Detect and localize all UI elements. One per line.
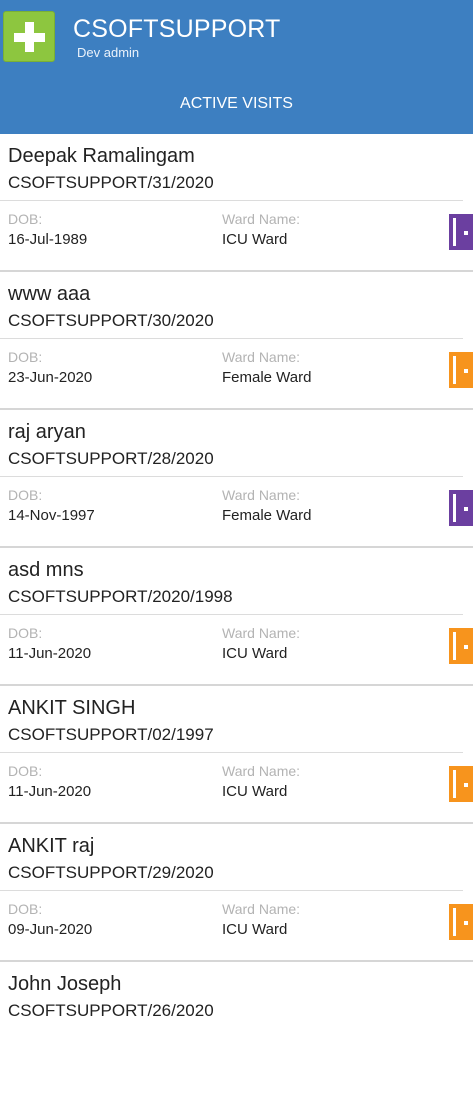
visit-item[interactable]: raj aryan CSOFTSUPPORT/28/2020 DOB: Ward… bbox=[0, 410, 473, 548]
visit-code: CSOFTSUPPORT/2020/1998 bbox=[8, 587, 233, 606]
dob-value: 11-Jun-2020 bbox=[8, 645, 92, 662]
app-title: CSOFTSUPPORT bbox=[73, 15, 281, 43]
visit-code: CSOFTSUPPORT/26/2020 bbox=[8, 1001, 214, 1020]
door-purple-icon[interactable] bbox=[449, 490, 473, 526]
ward-label: Ward Name: bbox=[222, 763, 301, 779]
divider bbox=[0, 476, 463, 477]
divider bbox=[0, 338, 463, 339]
patient-name: www aaa bbox=[8, 283, 91, 305]
patient-name: ANKIT raj bbox=[8, 835, 95, 857]
dob-value: 14-Nov-1997 bbox=[8, 507, 95, 524]
ward-label: Ward Name: bbox=[222, 349, 301, 365]
patient-name: ANKIT SINGH bbox=[8, 697, 136, 719]
ward-label: Ward Name: bbox=[222, 211, 301, 227]
visit-item[interactable]: www aaa CSOFTSUPPORT/30/2020 DOB: Ward N… bbox=[0, 272, 473, 410]
visit-list: Deepak Ramalingam CSOFTSUPPORT/31/2020 D… bbox=[0, 134, 473, 1100]
patient-name: asd mns bbox=[8, 559, 84, 581]
ward-label: Ward Name: bbox=[222, 901, 301, 917]
door-orange-icon[interactable] bbox=[449, 628, 473, 664]
divider bbox=[0, 752, 463, 753]
patient-name: John Joseph bbox=[8, 973, 122, 995]
dob-value: 11-Jun-2020 bbox=[8, 783, 92, 800]
dob-label: DOB: bbox=[8, 349, 43, 365]
tab-active-visits[interactable]: ACTIVE VISITS bbox=[0, 93, 473, 115]
dob-value: 09-Jun-2020 bbox=[8, 921, 93, 938]
visit-item[interactable]: ANKIT raj CSOFTSUPPORT/29/2020 DOB: Ward… bbox=[0, 824, 473, 962]
dob-value: 23-Jun-2020 bbox=[8, 369, 93, 386]
visit-code: CSOFTSUPPORT/28/2020 bbox=[8, 449, 214, 468]
patient-name: Deepak Ramalingam bbox=[8, 145, 195, 167]
visit-code: CSOFTSUPPORT/29/2020 bbox=[8, 863, 214, 882]
add-logo-icon[interactable] bbox=[3, 11, 55, 62]
dob-value: 16-Jul-1989 bbox=[8, 231, 88, 248]
visit-item[interactable]: Deepak Ramalingam CSOFTSUPPORT/31/2020 D… bbox=[0, 134, 473, 272]
ward-label: Ward Name: bbox=[222, 487, 301, 503]
dob-label: DOB: bbox=[8, 763, 43, 779]
ward-value: Female Ward bbox=[222, 369, 312, 386]
ward-label: Ward Name: bbox=[222, 625, 301, 641]
app-header: CSOFTSUPPORT Dev admin ACTIVE VISITS bbox=[0, 0, 473, 134]
ward-value: Female Ward bbox=[222, 507, 312, 524]
door-purple-icon[interactable] bbox=[449, 214, 473, 250]
dob-label: DOB: bbox=[8, 901, 43, 917]
door-orange-icon[interactable] bbox=[449, 352, 473, 388]
ward-value: ICU Ward bbox=[222, 645, 288, 662]
door-orange-icon[interactable] bbox=[449, 766, 473, 802]
ward-value: ICU Ward bbox=[222, 921, 288, 938]
ward-value: ICU Ward bbox=[222, 783, 288, 800]
visit-item[interactable]: asd mns CSOFTSUPPORT/2020/1998 DOB: Ward… bbox=[0, 548, 473, 686]
dob-label: DOB: bbox=[8, 487, 43, 503]
visit-item[interactable]: ANKIT SINGH CSOFTSUPPORT/02/1997 DOB: Wa… bbox=[0, 686, 473, 824]
divider bbox=[0, 614, 463, 615]
visit-code: CSOFTSUPPORT/02/1997 bbox=[8, 725, 214, 744]
visit-code: CSOFTSUPPORT/30/2020 bbox=[8, 311, 214, 330]
visit-code: CSOFTSUPPORT/31/2020 bbox=[8, 173, 214, 192]
patient-name: raj aryan bbox=[8, 421, 86, 443]
door-orange-icon[interactable] bbox=[449, 904, 473, 940]
visit-item[interactable]: John Joseph CSOFTSUPPORT/26/2020 bbox=[0, 962, 473, 1100]
divider bbox=[0, 200, 463, 201]
app-subtitle: Dev admin bbox=[77, 45, 140, 60]
divider bbox=[0, 890, 463, 891]
ward-value: ICU Ward bbox=[222, 231, 288, 248]
dob-label: DOB: bbox=[8, 625, 43, 641]
dob-label: DOB: bbox=[8, 211, 43, 227]
